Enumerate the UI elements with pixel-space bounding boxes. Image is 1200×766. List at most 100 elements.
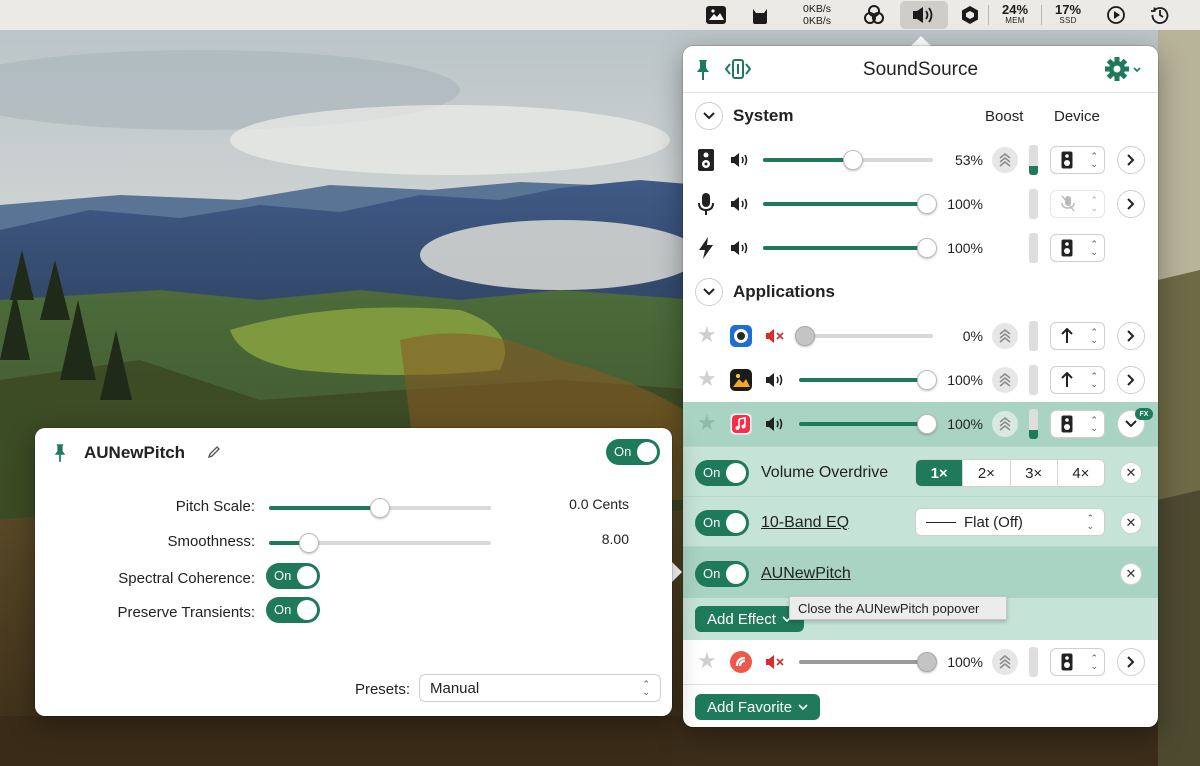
applications-collapse-button[interactable] xyxy=(695,278,723,306)
speaker-icon xyxy=(698,149,714,171)
time-machine-icon[interactable] xyxy=(1138,0,1182,30)
eq-preset-select[interactable]: Flat (Off) ⌃ ⌄ xyxy=(915,508,1105,536)
expand-row-button[interactable] xyxy=(1117,648,1145,676)
applications-title: Applications xyxy=(733,282,836,301)
presets-select[interactable]: Manual ⌃ ⌄ xyxy=(419,674,661,702)
photos-icon[interactable] xyxy=(694,0,738,30)
effect-toggle[interactable]: On xyxy=(695,510,749,536)
favorite-star-icon[interactable]: ★ xyxy=(697,410,717,436)
hexagon-icon[interactable] xyxy=(952,0,988,30)
system-input-slider[interactable] xyxy=(763,194,937,214)
boost-button[interactable] xyxy=(992,367,1018,393)
device-header: Device xyxy=(1054,108,1100,125)
system-collapse-button[interactable] xyxy=(695,102,723,130)
aunewpitch-popover: AUNewPitch On Pitch Scale: 0.0 Cents Smo… xyxy=(35,428,672,716)
network-speed[interactable]: 0KB/s 0KB/s xyxy=(782,0,852,30)
muted-volume-icon[interactable] xyxy=(765,654,785,670)
au-popover-arrow xyxy=(671,561,682,583)
app-volume-slider[interactable] xyxy=(799,370,937,390)
app-device-select[interactable]: ⌃ ⌄ xyxy=(1050,648,1105,676)
pitch-scale-slider[interactable] xyxy=(269,498,491,518)
chevron-right-icon xyxy=(1127,154,1135,166)
expand-row-button[interactable] xyxy=(1117,190,1145,218)
favorite-star-icon[interactable]: ★ xyxy=(697,322,717,348)
play-circle-icon[interactable] xyxy=(1094,0,1138,30)
app-volume-slider[interactable] xyxy=(799,652,937,672)
pin-icon[interactable] xyxy=(53,443,67,463)
chevron-down-icon xyxy=(703,112,715,120)
alerts-device-select[interactable]: ⌃ ⌄ xyxy=(1050,234,1105,262)
remove-effect-button[interactable]: ✕ xyxy=(1120,563,1142,585)
net-down-text: 0KB/s xyxy=(802,15,831,27)
app-device-select[interactable]: ⌃ ⌄ xyxy=(1050,322,1105,350)
memory-stat[interactable]: 24% MEM xyxy=(989,0,1041,30)
toggle-label: On xyxy=(274,568,292,583)
app-device-select[interactable]: ⌃ ⌄ xyxy=(1050,410,1105,438)
segment-1x[interactable]: 1× xyxy=(916,460,963,486)
app-device-select[interactable]: ⌃ ⌄ xyxy=(1050,366,1105,394)
output-device-select[interactable]: ⌃ ⌄ xyxy=(1050,146,1105,174)
toggle-label: On xyxy=(703,566,721,581)
speaker-icon xyxy=(1061,239,1073,257)
app-row: ★ 100% ⌃ ⌄ xyxy=(683,358,1158,402)
chevron-right-icon xyxy=(1127,656,1135,668)
ssd-value: 17% xyxy=(1054,2,1082,17)
volume-percent: 100% xyxy=(947,416,983,432)
updown-chevron-icon: ⌃ ⌄ xyxy=(1090,653,1098,671)
expand-row-button[interactable] xyxy=(1117,366,1145,394)
volume-icon[interactable] xyxy=(765,416,785,432)
remove-effect-button[interactable]: ✕ xyxy=(1120,462,1142,484)
smoothness-label: Smoothness: xyxy=(167,533,255,550)
boost-button[interactable] xyxy=(992,323,1018,349)
soundsource-menubar-icon[interactable] xyxy=(900,1,948,29)
chevron-right-icon xyxy=(1127,330,1135,342)
add-effect-button[interactable]: Add Effect xyxy=(695,606,804,632)
segment-3x[interactable]: 3× xyxy=(1009,460,1057,486)
level-meter xyxy=(1029,145,1038,175)
volume-icon[interactable] xyxy=(730,152,750,168)
segment-4x[interactable]: 4× xyxy=(1056,460,1104,486)
muted-volume-icon[interactable] xyxy=(765,328,785,344)
pencil-icon[interactable] xyxy=(207,445,221,459)
toggle-label: On xyxy=(614,444,632,459)
volume-icon[interactable] xyxy=(730,240,750,256)
favorite-star-icon[interactable]: ★ xyxy=(697,648,717,674)
volume-icon[interactable] xyxy=(730,196,750,212)
overdrive-multiplier-segmented[interactable]: 1× 2× 3× 4× xyxy=(915,459,1105,487)
add-favorite-button[interactable]: Add Favorite xyxy=(695,694,821,720)
boost-button[interactable] xyxy=(992,411,1018,437)
boost-button[interactable] xyxy=(992,649,1018,675)
volume-percent: 100% xyxy=(947,372,983,388)
remove-effect-button[interactable]: ✕ xyxy=(1120,512,1142,534)
preserve-transients-toggle[interactable]: On xyxy=(266,597,320,623)
volume-icon[interactable] xyxy=(765,372,785,388)
spectral-coherence-toggle[interactable]: On xyxy=(266,563,320,589)
segment-2x[interactable]: 2× xyxy=(962,460,1009,486)
input-device-select[interactable]: ⌃ ⌄ xyxy=(1050,190,1105,218)
triple-circle-icon[interactable] xyxy=(852,0,896,30)
effect-toggle[interactable]: On xyxy=(695,460,749,486)
app-volume-slider[interactable] xyxy=(795,326,933,346)
app-icon-preview xyxy=(730,369,752,391)
au-enable-toggle[interactable]: On xyxy=(606,439,660,465)
add-effect-label: Add Effect xyxy=(707,610,776,628)
cat-icon[interactable] xyxy=(738,0,782,30)
smoothness-slider[interactable] xyxy=(269,533,491,553)
app-icon-music xyxy=(730,413,752,435)
boost-button[interactable] xyxy=(992,147,1018,173)
system-output-slider[interactable] xyxy=(763,150,933,170)
app-volume-slider[interactable] xyxy=(799,414,937,434)
tooltip: Close the AUNewPitch popover xyxy=(789,596,1007,620)
ssd-stat[interactable]: 17% SSD xyxy=(1042,0,1094,30)
boost-chevrons-icon xyxy=(999,153,1011,167)
effect-name-link[interactable]: 10-Band EQ xyxy=(761,514,849,532)
effect-name-link[interactable]: AUNewPitch xyxy=(761,565,851,583)
effect-toggle[interactable]: On xyxy=(695,561,749,587)
applications-section-header: Applications xyxy=(683,270,1158,314)
expand-row-button[interactable] xyxy=(1117,146,1145,174)
expand-row-button[interactable] xyxy=(1117,322,1145,350)
app-icon-red xyxy=(730,651,752,673)
system-alerts-slider[interactable] xyxy=(763,238,937,258)
gear-icon[interactable] xyxy=(1104,56,1144,82)
favorite-star-icon[interactable]: ★ xyxy=(697,366,717,392)
